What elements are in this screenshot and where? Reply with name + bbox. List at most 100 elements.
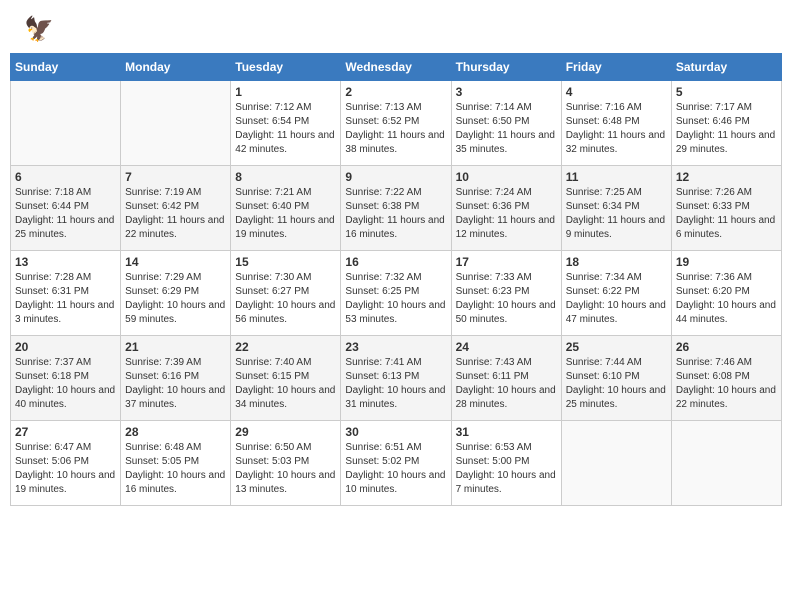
- calendar-cell: 15 Sunrise: 7:30 AMSunset: 6:27 PMDayligh…: [231, 251, 341, 336]
- day-number: 21: [125, 340, 226, 354]
- day-info: Sunrise: 7:26 AMSunset: 6:33 PMDaylight:…: [676, 186, 777, 242]
- calendar-cell: [671, 421, 781, 506]
- calendar-cell: 24 Sunrise: 7:43 AMSunset: 6:11 PMDayligh…: [451, 336, 561, 421]
- day-number: 8: [235, 170, 336, 184]
- day-number: 13: [15, 255, 116, 269]
- day-number: 15: [235, 255, 336, 269]
- day-info: Sunrise: 7:29 AMSunset: 6:29 PMDaylight:…: [125, 271, 226, 327]
- day-info: Sunrise: 7:34 AMSunset: 6:22 PMDaylight:…: [566, 271, 667, 327]
- day-info: Sunrise: 7:36 AMSunset: 6:20 PMDaylight:…: [676, 271, 777, 327]
- day-number: 9: [345, 170, 446, 184]
- day-info: Sunrise: 7:21 AMSunset: 6:40 PMDaylight:…: [235, 186, 336, 242]
- calendar-week-row: 27 Sunrise: 6:47 AMSunset: 5:06 PMDayligh…: [11, 421, 782, 506]
- logo: 🦅: [20, 15, 54, 40]
- day-info: Sunrise: 7:25 AMSunset: 6:34 PMDaylight:…: [566, 186, 667, 242]
- calendar-header-sunday: Sunday: [11, 54, 121, 81]
- day-number: 2: [345, 85, 446, 99]
- calendar-cell: 10Sunrise: 7:24 AMSunset: 6:36 PMDayligh…: [451, 166, 561, 251]
- day-info: Sunrise: 7:37 AMSunset: 6:18 PMDaylight:…: [15, 356, 116, 412]
- day-number: 5: [676, 85, 777, 99]
- calendar-week-row: 20 Sunrise: 7:37 AMSunset: 6:18 PMDayligh…: [11, 336, 782, 421]
- calendar-cell: 20 Sunrise: 7:37 AMSunset: 6:18 PMDayligh…: [11, 336, 121, 421]
- day-number: 25: [566, 340, 667, 354]
- calendar-header-friday: Friday: [561, 54, 671, 81]
- day-info: Sunrise: 7:46 AMSunset: 6:08 PMDaylight:…: [676, 356, 777, 412]
- day-info: Sunrise: 6:50 AMSunset: 5:03 PMDaylight:…: [235, 441, 336, 497]
- calendar-header-tuesday: Tuesday: [231, 54, 341, 81]
- day-number: 7: [125, 170, 226, 184]
- day-number: 12: [676, 170, 777, 184]
- calendar-cell: 19 Sunrise: 7:36 AMSunset: 6:20 PMDayligh…: [671, 251, 781, 336]
- day-info: Sunrise: 6:47 AMSunset: 5:06 PMDaylight:…: [15, 441, 116, 497]
- day-info: Sunrise: 7:18 AMSunset: 6:44 PMDaylight:…: [15, 186, 116, 242]
- day-info: Sunrise: 7:30 AMSunset: 6:27 PMDaylight:…: [235, 271, 336, 327]
- day-number: 22: [235, 340, 336, 354]
- calendar-cell: 31 Sunrise: 6:53 AMSunset: 5:00 PMDayligh…: [451, 421, 561, 506]
- day-info: Sunrise: 7:41 AMSunset: 6:13 PMDaylight:…: [345, 356, 446, 412]
- calendar-cell: 22 Sunrise: 7:40 AMSunset: 6:15 PMDayligh…: [231, 336, 341, 421]
- calendar-cell: 16 Sunrise: 7:32 AMSunset: 6:25 PMDayligh…: [341, 251, 451, 336]
- calendar-cell: 25 Sunrise: 7:44 AMSunset: 6:10 PMDayligh…: [561, 336, 671, 421]
- day-info: Sunrise: 7:22 AMSunset: 6:38 PMDaylight:…: [345, 186, 446, 242]
- calendar-header-row: SundayMondayTuesdayWednesdayThursdayFrid…: [11, 54, 782, 81]
- calendar-cell: 5 Sunrise: 7:17 AMSunset: 6:46 PMDaylight…: [671, 81, 781, 166]
- calendar-cell: 14 Sunrise: 7:29 AMSunset: 6:29 PMDayligh…: [121, 251, 231, 336]
- calendar-cell: 7 Sunrise: 7:19 AMSunset: 6:42 PMDaylight…: [121, 166, 231, 251]
- calendar-cell: 13 Sunrise: 7:28 AMSunset: 6:31 PMDayligh…: [11, 251, 121, 336]
- day-info: Sunrise: 7:17 AMSunset: 6:46 PMDaylight:…: [676, 101, 777, 157]
- day-info: Sunrise: 7:13 AMSunset: 6:52 PMDaylight:…: [345, 101, 446, 157]
- calendar-cell: 8 Sunrise: 7:21 AMSunset: 6:40 PMDaylight…: [231, 166, 341, 251]
- day-info: Sunrise: 7:14 AMSunset: 6:50 PMDaylight:…: [456, 101, 557, 157]
- calendar-week-row: 13 Sunrise: 7:28 AMSunset: 6:31 PMDayligh…: [11, 251, 782, 336]
- day-info: Sunrise: 7:12 AMSunset: 6:54 PMDaylight:…: [235, 101, 336, 157]
- calendar-week-row: 1Sunrise: 7:12 AMSunset: 6:54 PMDaylight…: [11, 81, 782, 166]
- calendar-cell: 3 Sunrise: 7:14 AMSunset: 6:50 PMDaylight…: [451, 81, 561, 166]
- day-number: 20: [15, 340, 116, 354]
- day-info: Sunrise: 6:48 AMSunset: 5:05 PMDaylight:…: [125, 441, 226, 497]
- day-number: 18: [566, 255, 667, 269]
- day-info: Sunrise: 7:43 AMSunset: 6:11 PMDaylight:…: [456, 356, 557, 412]
- day-number: 3: [456, 85, 557, 99]
- logo-bird-icon: 🦅: [24, 15, 54, 44]
- calendar-cell: [121, 81, 231, 166]
- day-number: 30: [345, 425, 446, 439]
- day-info: Sunrise: 7:32 AMSunset: 6:25 PMDaylight:…: [345, 271, 446, 327]
- day-number: 16: [345, 255, 446, 269]
- day-info: Sunrise: 7:40 AMSunset: 6:15 PMDaylight:…: [235, 356, 336, 412]
- calendar-header-wednesday: Wednesday: [341, 54, 451, 81]
- day-number: 14: [125, 255, 226, 269]
- calendar-cell: 29 Sunrise: 6:50 AMSunset: 5:03 PMDayligh…: [231, 421, 341, 506]
- day-number: 31: [456, 425, 557, 439]
- day-number: 6: [15, 170, 116, 184]
- calendar-cell: 23 Sunrise: 7:41 AMSunset: 6:13 PMDayligh…: [341, 336, 451, 421]
- calendar-header-thursday: Thursday: [451, 54, 561, 81]
- day-info: Sunrise: 7:16 AMSunset: 6:48 PMDaylight:…: [566, 101, 667, 157]
- day-number: 19: [676, 255, 777, 269]
- day-info: Sunrise: 7:39 AMSunset: 6:16 PMDaylight:…: [125, 356, 226, 412]
- calendar-cell: 9 Sunrise: 7:22 AMSunset: 6:38 PMDaylight…: [341, 166, 451, 251]
- day-info: Sunrise: 7:44 AMSunset: 6:10 PMDaylight:…: [566, 356, 667, 412]
- calendar-cell: 6 Sunrise: 7:18 AMSunset: 6:44 PMDaylight…: [11, 166, 121, 251]
- calendar-cell: 28 Sunrise: 6:48 AMSunset: 5:05 PMDayligh…: [121, 421, 231, 506]
- calendar-cell: 12 Sunrise: 7:26 AMSunset: 6:33 PMDayligh…: [671, 166, 781, 251]
- calendar-cell: 1Sunrise: 7:12 AMSunset: 6:54 PMDaylight…: [231, 81, 341, 166]
- day-number: 11: [566, 170, 667, 184]
- day-number: 10: [456, 170, 557, 184]
- day-info: Sunrise: 6:51 AMSunset: 5:02 PMDaylight:…: [345, 441, 446, 497]
- day-info: Sunrise: 7:33 AMSunset: 6:23 PMDaylight:…: [456, 271, 557, 327]
- day-info: Sunrise: 7:28 AMSunset: 6:31 PMDaylight:…: [15, 271, 116, 327]
- day-number: 24: [456, 340, 557, 354]
- day-info: Sunrise: 7:19 AMSunset: 6:42 PMDaylight:…: [125, 186, 226, 242]
- day-number: 27: [15, 425, 116, 439]
- page-header: 🦅: [10, 10, 782, 45]
- calendar-cell: [11, 81, 121, 166]
- day-number: 29: [235, 425, 336, 439]
- day-info: Sunrise: 6:53 AMSunset: 5:00 PMDaylight:…: [456, 441, 557, 497]
- day-number: 26: [676, 340, 777, 354]
- calendar-cell: 27 Sunrise: 6:47 AMSunset: 5:06 PMDayligh…: [11, 421, 121, 506]
- day-number: 28: [125, 425, 226, 439]
- day-number: 23: [345, 340, 446, 354]
- calendar-cell: 30 Sunrise: 6:51 AMSunset: 5:02 PMDayligh…: [341, 421, 451, 506]
- calendar-cell: 17Sunrise: 7:33 AMSunset: 6:23 PMDayligh…: [451, 251, 561, 336]
- calendar-header-monday: Monday: [121, 54, 231, 81]
